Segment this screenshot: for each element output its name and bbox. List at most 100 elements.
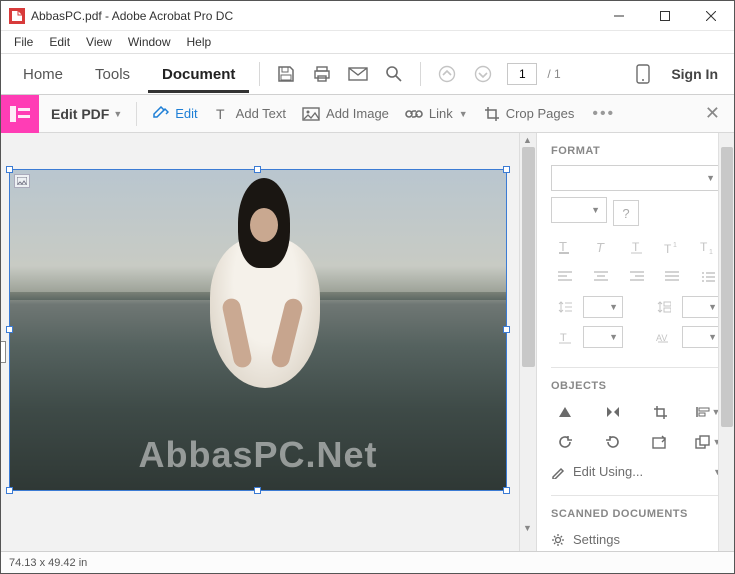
superscript-icon[interactable]: T1	[658, 235, 686, 259]
sidebar-toggle-icon[interactable]	[1, 95, 39, 133]
menu-edit[interactable]: Edit	[42, 33, 77, 51]
svg-text:T: T	[664, 242, 672, 254]
print-icon[interactable]	[306, 58, 338, 90]
menu-help[interactable]: Help	[180, 33, 219, 51]
image-badge-icon	[14, 174, 30, 188]
horizontal-scale-icon: T	[551, 325, 579, 349]
close-button[interactable]	[688, 1, 734, 31]
align-left-icon[interactable]	[551, 265, 579, 289]
selected-image[interactable]: AbbasPC.Net	[9, 169, 507, 491]
link-button[interactable]: Link ▼	[397, 102, 476, 125]
paragraph-spacing-select[interactable]: ▼	[682, 296, 722, 318]
crop-pages-label: Crop Pages	[506, 106, 575, 121]
page-down-icon[interactable]	[467, 58, 499, 90]
svg-text:T: T	[596, 240, 605, 254]
separator	[420, 62, 421, 86]
photo-content: AbbasPC.Net	[10, 170, 506, 490]
mobile-icon[interactable]	[627, 58, 659, 90]
resize-handle[interactable]	[6, 487, 13, 494]
add-image-button[interactable]: Add Image	[294, 102, 397, 125]
separator	[259, 62, 260, 86]
edit-button[interactable]: Edit	[145, 102, 205, 126]
search-icon[interactable]	[378, 58, 410, 90]
save-icon[interactable]	[270, 58, 302, 90]
align-justify-icon[interactable]	[658, 265, 686, 289]
scrollbar-thumb[interactable]	[721, 147, 733, 427]
crop-pages-button[interactable]: Crop Pages	[476, 102, 583, 126]
canvas-scrollbar[interactable]: ▲ ▼	[519, 133, 536, 551]
line-spacing-select[interactable]: ▼	[583, 296, 623, 318]
resize-handle[interactable]	[503, 487, 510, 494]
app-icon	[9, 8, 25, 24]
dimensions-readout: 74.13 x 49.42 in	[9, 557, 87, 569]
crop-icon[interactable]	[646, 400, 674, 424]
format-heading: FORMAT	[551, 145, 722, 157]
document-canvas[interactable]: AbbasPC.Net	[1, 133, 519, 551]
tab-tools[interactable]: Tools	[81, 56, 144, 93]
page-number-input[interactable]	[507, 63, 537, 85]
resize-handle[interactable]	[503, 166, 510, 173]
mail-icon[interactable]	[342, 58, 374, 90]
text-color-icon[interactable]: T	[551, 235, 579, 259]
edit-pdf-menu[interactable]: Edit PDF▼	[39, 106, 128, 122]
add-text-label: Add Text	[236, 106, 286, 121]
menu-file[interactable]: File	[7, 33, 40, 51]
tab-home[interactable]: Home	[9, 56, 77, 93]
chevron-down-icon: ▼	[591, 205, 600, 215]
replace-image-icon[interactable]	[646, 430, 674, 454]
minimize-button[interactable]	[596, 1, 642, 31]
character-spacing-select[interactable]: ▼	[682, 326, 722, 348]
scrollbar-thumb[interactable]	[522, 147, 535, 367]
pencil-icon	[551, 465, 565, 479]
page-up-icon[interactable]	[431, 58, 463, 90]
resize-handle[interactable]	[254, 487, 261, 494]
settings-button[interactable]: Settings	[551, 528, 722, 551]
align-right-icon[interactable]	[623, 265, 651, 289]
add-image-label: Add Image	[326, 106, 389, 121]
link-label: Link	[429, 106, 453, 121]
settings-label: Settings	[573, 532, 620, 547]
svg-text:1: 1	[709, 249, 713, 254]
svg-text:1: 1	[673, 242, 677, 249]
scroll-up-icon[interactable]: ▲	[523, 135, 532, 145]
scroll-down-icon[interactable]: ▼	[523, 523, 532, 533]
resize-handle[interactable]	[6, 326, 13, 333]
more-options-icon[interactable]: •••	[582, 101, 625, 127]
svg-text:T: T	[700, 240, 708, 254]
svg-text:T: T	[560, 332, 567, 344]
align-center-icon[interactable]	[587, 265, 615, 289]
maximize-button[interactable]	[642, 1, 688, 31]
right-panel: FORMAT ▼ ▼ ? T T T T1 T1 ▼ ▼	[536, 133, 734, 551]
resize-handle[interactable]	[6, 166, 13, 173]
sign-in-button[interactable]: Sign In	[663, 62, 726, 86]
add-text-button[interactable]: T Add Text	[206, 102, 294, 126]
chevron-down-icon: ▼	[113, 109, 122, 119]
title-bar: AbbasPC.pdf - Adobe Acrobat Pro DC	[1, 1, 734, 31]
chevron-down-icon: ▼	[459, 109, 468, 119]
rotate-ccw-icon[interactable]	[551, 430, 579, 454]
menu-view[interactable]: View	[79, 33, 119, 51]
horizontal-scale-select[interactable]: ▼	[583, 326, 623, 348]
flip-horizontal-icon[interactable]	[599, 400, 627, 424]
edit-toolbar: Edit PDF▼ Edit T Add Text Add Image Link…	[1, 95, 734, 133]
resize-handle[interactable]	[503, 326, 510, 333]
flip-vertical-icon[interactable]	[551, 400, 579, 424]
panel-scrollbar[interactable]	[718, 133, 734, 551]
ruler-handle-left[interactable]	[1, 341, 6, 363]
font-family-select[interactable]: ▼	[551, 165, 722, 191]
italic-icon[interactable]: T	[587, 235, 615, 259]
close-toolbar-icon[interactable]: ✕	[691, 103, 734, 124]
resize-handle[interactable]	[254, 166, 261, 173]
tab-document[interactable]: Document	[148, 56, 249, 93]
help-button[interactable]: ?	[613, 200, 639, 226]
watermark-text: AbbasPC.Net	[138, 434, 377, 476]
menu-bar: File Edit View Window Help	[1, 31, 734, 53]
rotate-cw-icon[interactable]	[599, 430, 627, 454]
font-size-select[interactable]: ▼	[551, 197, 607, 223]
character-spacing-icon: AV	[650, 325, 678, 349]
edit-using-menu[interactable]: Edit Using... ▼	[551, 460, 722, 483]
edit-using-label: Edit Using...	[573, 464, 643, 479]
underline-icon[interactable]: T	[623, 235, 651, 259]
menu-window[interactable]: Window	[121, 33, 178, 51]
window-controls	[596, 1, 734, 30]
